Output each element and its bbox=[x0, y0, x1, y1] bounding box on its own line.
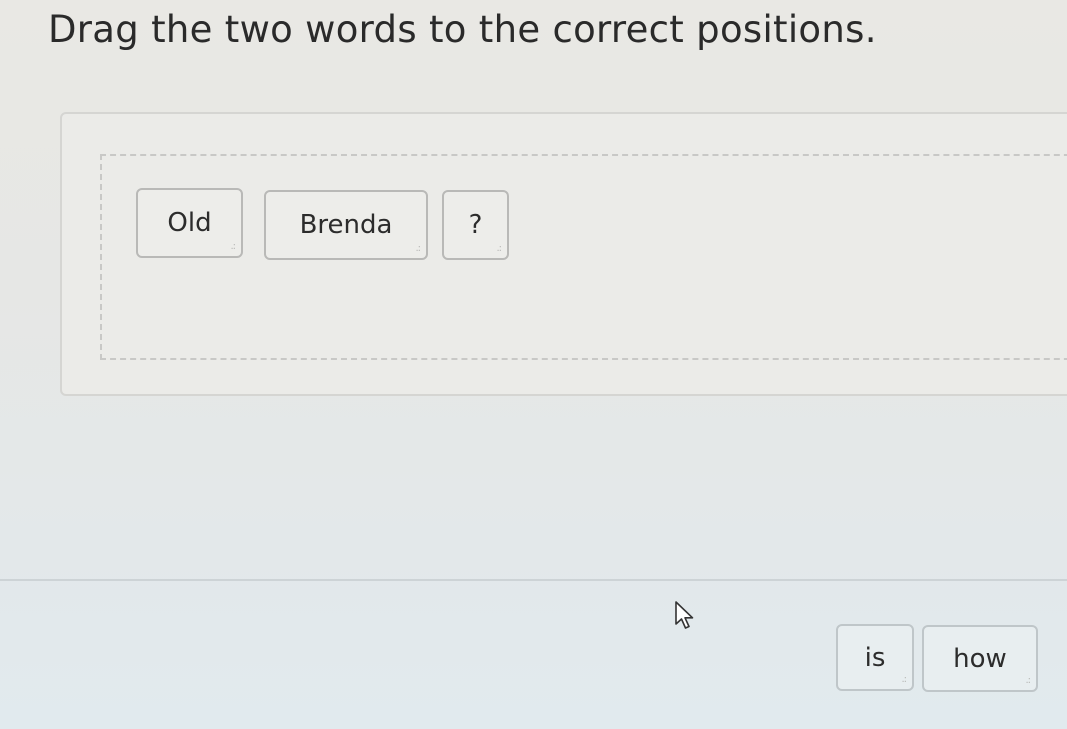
tile-label: ? bbox=[468, 210, 483, 240]
tile-label: how bbox=[953, 643, 1007, 674]
answer-drop-zone[interactable] bbox=[100, 154, 1067, 360]
word-tile-question-mark[interactable]: ? .: bbox=[442, 190, 509, 260]
word-tile-brenda[interactable]: Brenda .: bbox=[264, 190, 428, 260]
tile-label: is bbox=[864, 642, 886, 673]
word-tile-is[interactable]: is .: bbox=[836, 624, 914, 691]
tile-label: Brenda bbox=[299, 210, 393, 240]
drag-handle-icon: .: bbox=[230, 241, 235, 252]
word-tile-how[interactable]: how .: bbox=[922, 625, 1038, 692]
mouse-pointer-icon bbox=[675, 601, 694, 629]
tile-label: Old bbox=[167, 208, 212, 238]
instruction-heading: Drag the two words to the correct positi… bbox=[48, 8, 877, 51]
drag-handle-icon: .: bbox=[901, 674, 906, 685]
word-bank-divider bbox=[0, 579, 1067, 581]
drag-handle-icon: .: bbox=[415, 243, 420, 254]
drag-handle-icon: .: bbox=[496, 243, 501, 254]
drag-handle-icon: .: bbox=[1025, 675, 1030, 686]
word-tile-old[interactable]: Old .: bbox=[136, 188, 243, 258]
